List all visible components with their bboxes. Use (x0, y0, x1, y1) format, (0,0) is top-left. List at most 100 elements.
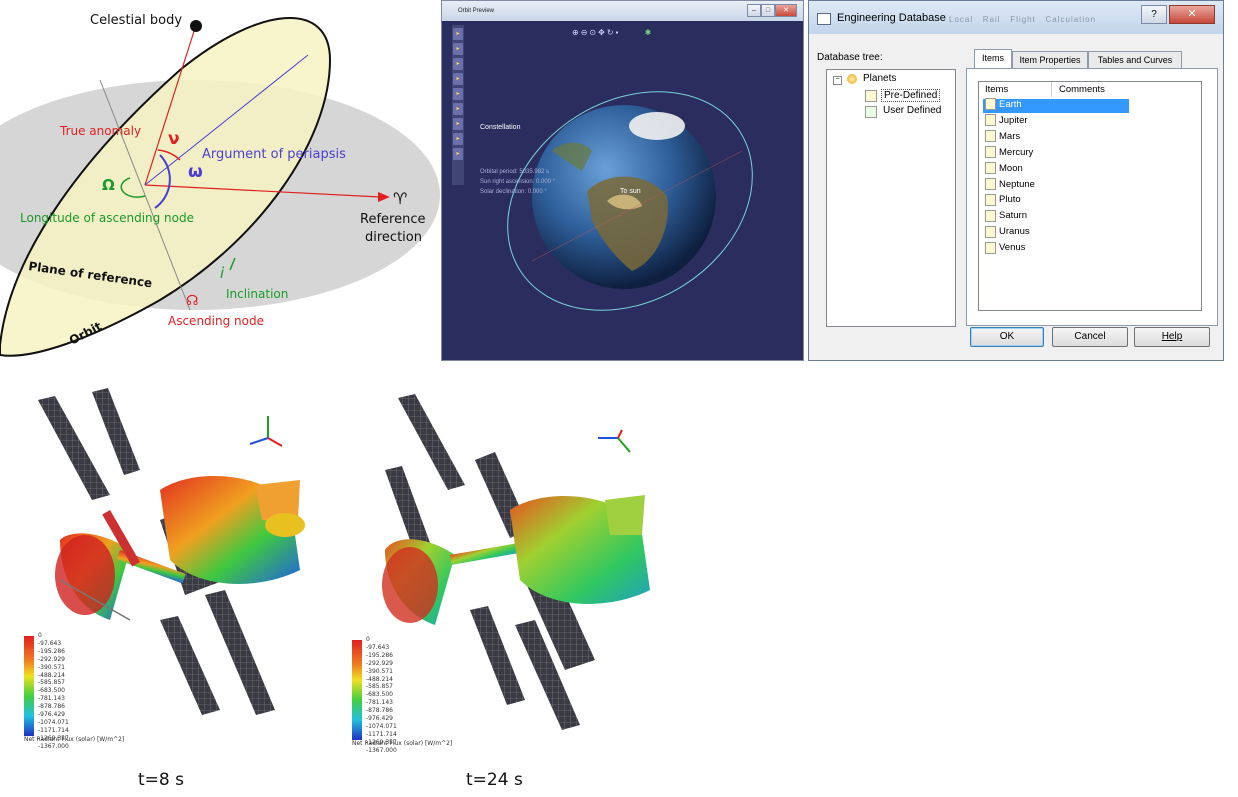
planet-item-icon (985, 209, 996, 222)
axis-triad-2 (598, 429, 631, 453)
planet-item-icon (985, 130, 996, 143)
legend-value: -292.929 (38, 655, 65, 663)
planet-item-label: Neptune (999, 178, 1035, 190)
legend-value: -585.857 (366, 683, 393, 691)
list-item[interactable]: Mars (985, 130, 1020, 144)
planet-item-icon (985, 114, 996, 127)
legend-value: -1074.071 (366, 722, 397, 730)
list-item[interactable]: Venus (985, 241, 1025, 255)
legend-value: -1074.071 (38, 718, 69, 726)
color-legend-bar-2 (352, 640, 362, 740)
true-anomaly-label: True anomaly (59, 124, 141, 138)
planet-item-label: Saturn (999, 210, 1027, 222)
background-menu: Local Rail Flight Calculation (949, 15, 1096, 24)
legend-value: -1367.000 (366, 746, 397, 754)
bg-menu-item: Flight (1010, 15, 1036, 24)
orbital-elements-diagram: Celestial body True anomaly ν Argument o… (0, 13, 440, 357)
planet-item-icon (985, 162, 996, 175)
column-header-comments[interactable]: Comments (1059, 84, 1105, 95)
color-legend-values-2: 0 -97.643 -195.286 -292.929 -390.571 -488.214… (366, 636, 397, 755)
planet-item-label: Moon (999, 162, 1023, 174)
planet-item-icon (985, 146, 996, 159)
planet-item-label: Venus (999, 242, 1026, 254)
planet-item-icon (985, 225, 996, 238)
legend-value: -781.143 (38, 695, 65, 703)
legend-value: -683.500 (38, 687, 65, 695)
legend-value: -292.929 (366, 659, 393, 667)
legend-value: -585.857 (38, 679, 65, 687)
dialog-titlebar: Engineering Database Local Rail Flight C… (809, 1, 1223, 34)
list-item[interactable]: Jupiter (985, 114, 1028, 128)
reference-label: Reference (360, 212, 425, 227)
bg-menu-item: Calculation (1045, 15, 1097, 24)
earth-orbit-view[interactable]: Constellation To sun Orbital period: 503… (442, 21, 803, 361)
list-item[interactable]: Saturn (985, 209, 1027, 223)
legend-value: -1171.714 (366, 730, 397, 738)
planet-item-label: Earth (999, 99, 1022, 110)
legend-value: -195.286 (38, 647, 65, 655)
list-item[interactable]: Earth (985, 98, 1022, 112)
list-item[interactable]: Mercury (985, 146, 1033, 160)
legend-value: -488.214 (38, 671, 65, 679)
planet-item-icon (985, 241, 996, 254)
planet-item-icon (985, 193, 996, 206)
legend-value: 0 (366, 636, 370, 643)
planets-folder-icon (847, 74, 857, 84)
list-item[interactable]: Pluto (985, 193, 1021, 207)
solar-declination-info: Solar declination: 0.000 ° (480, 189, 547, 195)
planet-item-label: Mercury (999, 146, 1034, 158)
planet-item-label: Jupiter (999, 114, 1028, 126)
to-sun-label: To sun (620, 188, 641, 195)
ok-button[interactable]: OK (970, 327, 1044, 347)
bg-menu-item: Rail (982, 15, 1001, 24)
tab-item-properties[interactable]: Item Properties (1012, 51, 1088, 68)
legend-value: -878.786 (366, 707, 393, 715)
column-header-items[interactable]: Items (985, 84, 1008, 95)
close-button[interactable]: ✕ (775, 4, 797, 17)
celestial-body-marker (190, 20, 202, 32)
planet-item-icon (985, 98, 996, 111)
tab-items[interactable]: Items (974, 49, 1012, 69)
planet-item-label: Mars (999, 130, 1021, 142)
database-tree-label: Database tree: (817, 52, 883, 63)
legend-value: -683.500 (366, 691, 393, 699)
tree-item-pre-defined[interactable]: Pre-Defined (881, 89, 941, 102)
bg-menu-item: Local (949, 15, 974, 24)
help-button[interactable]: Help (1134, 327, 1210, 347)
database-tree[interactable]: − Planets Pre-Defined User Defined (826, 69, 956, 327)
tab-tables-and-curves[interactable]: Tables and Curves (1088, 51, 1182, 68)
cancel-button[interactable]: Cancel (1052, 327, 1128, 347)
list-item[interactable]: Neptune (985, 177, 1035, 192)
omega-symbol: ω (188, 162, 203, 182)
planet-item-label: Uranus (999, 226, 1030, 238)
celestial-body-label: Celestial body (90, 13, 182, 28)
list-item[interactable]: Moon (985, 162, 1023, 176)
window-icon (817, 13, 831, 25)
maximize-button[interactable]: □ (761, 4, 775, 17)
legend-value: -1367.000 (38, 742, 69, 750)
user-defined-icon (865, 106, 877, 118)
aries-symbol: ♈ (393, 189, 407, 208)
legend-value: -976.429 (38, 711, 65, 719)
legend-value: -488.214 (366, 675, 393, 683)
legend-value: -878.786 (38, 703, 65, 711)
nu-symbol: ν (168, 129, 180, 149)
list-item[interactable]: Uranus (985, 225, 1030, 239)
planet-item-icon (985, 177, 996, 190)
close-button[interactable]: ✕ (1169, 5, 1215, 24)
orbital-period-info: Orbital period: 5035.982 s (480, 169, 549, 175)
tree-collapse-toggle[interactable]: − (833, 76, 842, 85)
help-question-button[interactable]: ? (1141, 5, 1167, 24)
sun-right-ascension-info: Sun right ascension: 0.000 ° (480, 179, 556, 185)
color-legend-bar-1 (24, 636, 34, 736)
legend-value: -976.429 (366, 715, 393, 723)
longitude-ascending-node-label: Longitude of ascending node (20, 211, 194, 225)
minimize-button[interactable]: – (747, 4, 761, 17)
tree-item-planets[interactable]: Planets (863, 73, 896, 84)
tree-item-user-defined[interactable]: User Defined (883, 105, 941, 116)
window-title: Orbit Preview (458, 8, 495, 14)
legend-value: -1171.714 (38, 726, 69, 734)
inclination-label: Inclination (226, 287, 288, 301)
legend-title-1: Net Radiant Flux (solar) [W/m^2] (24, 736, 125, 743)
legend-title-2: Net Radiant Flux (solar) [W/m^2] (352, 740, 453, 747)
